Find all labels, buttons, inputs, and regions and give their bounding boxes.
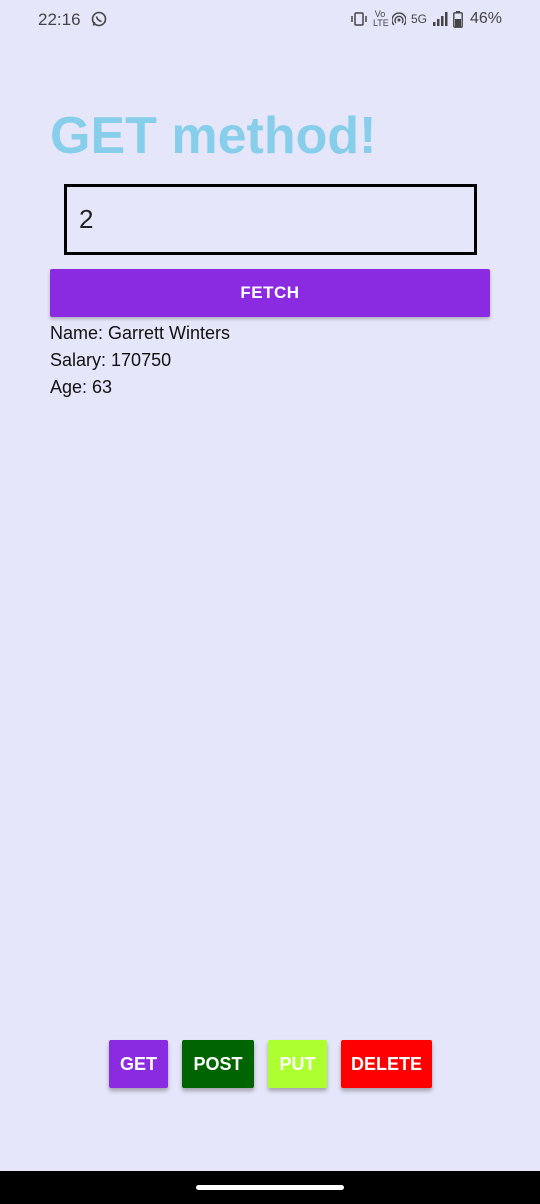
network-5g-label: 5G — [410, 12, 427, 26]
post-button[interactable]: POST — [182, 1040, 254, 1088]
home-indicator[interactable] — [196, 1185, 344, 1190]
page-title: GET method! — [50, 107, 377, 165]
age-label: Age: — [50, 377, 88, 397]
name-row: Name: Garrett Winters — [50, 320, 230, 347]
status-icons: Vo LTE 5G 46% — [350, 9, 502, 29]
vibrate-icon — [351, 12, 367, 26]
age-value: 63 — [92, 377, 113, 397]
fetch-button[interactable]: FETCH — [50, 269, 490, 317]
battery-icon — [453, 10, 463, 28]
name-label: Name: — [50, 323, 104, 343]
age-row: Age: 63 — [50, 374, 230, 401]
status-bar: 22:16 Vo LTE 5G 46% — [0, 0, 540, 40]
method-buttons: GET POST PUT DELETE — [0, 1040, 540, 1088]
salary-row: Salary: 170750 — [50, 347, 230, 374]
status-time: 22:16 — [38, 10, 81, 29]
get-button[interactable]: GET — [109, 1040, 168, 1088]
salary-label: Salary: — [50, 350, 107, 370]
volte-label: Vo LTE — [372, 9, 389, 28]
salary-value: 170750 — [111, 350, 172, 370]
put-button[interactable]: PUT — [268, 1040, 327, 1088]
navigation-bar — [0, 1171, 540, 1204]
employee-id-input[interactable] — [64, 184, 477, 255]
name-value: Garrett Winters — [108, 323, 231, 343]
battery-percent: 46% — [469, 10, 502, 27]
delete-button[interactable]: DELETE — [341, 1040, 432, 1088]
signal-icon — [432, 12, 448, 26]
result-panel: Name: Garrett Winters Salary: 170750 Age… — [50, 320, 230, 401]
hotspot-icon — [391, 12, 406, 26]
whatsapp-icon — [91, 11, 107, 27]
